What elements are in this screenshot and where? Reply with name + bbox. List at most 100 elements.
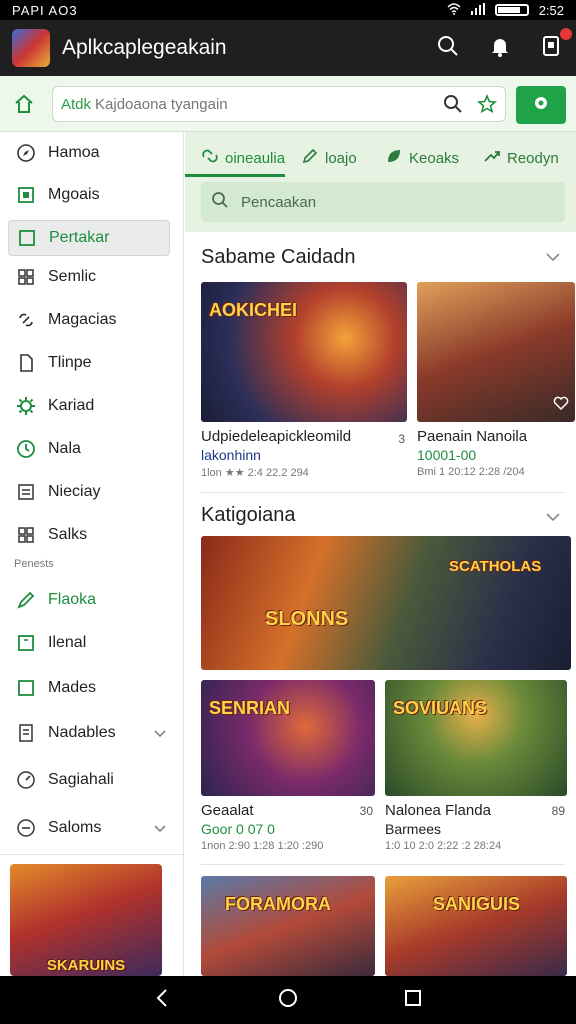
file-icon [16,353,36,373]
game-thumbnail: SOVIUANS [385,680,567,796]
search-icon[interactable] [436,34,460,63]
sidebar-item-nala[interactable]: Nala [8,431,170,467]
sidebar-promo-banner[interactable]: SKARUINS [10,864,162,976]
search-input[interactable] [95,95,429,113]
pen-icon [301,147,325,169]
pen-icon [16,590,36,610]
game-title: Geaalat [201,802,254,819]
game-meta: 1lon ★★ 2:4 22.2 294 [201,467,309,479]
sidebar-item-nieciay[interactable]: Nieciay [8,474,170,510]
app-title: Aplkcaplegeakain [62,36,227,59]
sidebar-item-hamoa[interactable]: Hamoa [8,135,170,171]
game-size: 89 [551,804,565,818]
sidebar-item-nadables[interactable]: Nadables [8,715,170,751]
game-card[interactable]: FORAMORA [201,876,375,976]
recents-icon[interactable] [402,987,424,1014]
bell-icon[interactable] [488,34,512,63]
game-logo: FORAMORA [225,894,331,914]
game-card[interactable]: Paenain Nanoila 10001-00 Bmi 1 20:12 2:2… [417,282,575,478]
game-title: Paenain Nanoila [417,428,528,445]
square-icon [17,228,37,248]
game-size: 30 [359,804,373,818]
game-thumbnail [417,282,575,422]
search-icon[interactable] [443,94,463,114]
game-size: 3 [398,432,405,446]
battery-icon [494,4,529,16]
grid-icon [16,267,36,287]
tab-loajo[interactable]: loajo [301,144,357,172]
notifications-button[interactable] [540,27,572,63]
notification-badge [560,27,572,40]
clock-icon [16,439,36,459]
chevron-down-icon[interactable] [544,508,562,526]
wifi-icon [447,2,461,18]
section-title: Sabame Caidadn [201,246,356,268]
list-icon [16,723,36,743]
star-add-icon[interactable] [477,93,497,114]
game-thumbnail: FORAMORA [201,876,375,976]
gauge-icon [16,770,36,790]
grid-icon [16,525,36,545]
featured-thumbnail: SLONNS SCATHOLAS [201,536,571,670]
sidebar-item-semlic[interactable]: Semlic [8,259,170,295]
sidebar-item-magacias[interactable]: Magacias [8,302,170,338]
game-meta: Bmi 1 20:12 2:28 /204 [417,466,525,478]
game-card[interactable]: SENRIAN Geaalat Goor 0 07 0 1non 2:90 1:… [201,680,375,852]
tab-keoaks[interactable]: Keoaks [385,144,459,172]
search-row: Atdk [0,76,576,132]
tabs-area: oineaulia loajo Keoaks Reodyn Pencaakan [185,132,576,232]
game-card[interactable]: SANIGUIS [385,876,567,976]
home-icon[interactable] [12,92,36,116]
sidebar-item-mgoais[interactable]: Mgoais [8,177,170,213]
link-icon [201,147,225,169]
tab-oineaulia[interactable]: oineaulia [201,144,285,172]
sidebar-item-ilenal[interactable]: Ilenal [8,625,170,661]
sidebar-item-salks[interactable]: Salks [8,517,170,553]
sidebar-item-sagiahali[interactable]: Sagiahali [8,762,170,798]
home-circle-icon[interactable] [277,987,299,1014]
square-icon [16,678,36,698]
game-logo: SOVIUANS [393,698,488,718]
settings-button[interactable] [516,86,566,124]
signal-icon [470,2,485,18]
sidebar-item-tlinpe[interactable]: Tlinpe [8,345,170,381]
gear-icon [531,93,551,118]
game-meta: 1non 2:90 1:28 1:20 :290 [201,840,324,852]
game-subtitle: 10001-00 [417,447,477,463]
game-logo: SENRIAN [209,698,291,718]
search-field[interactable]: Atdk [52,86,506,122]
square-icon [16,185,36,205]
gear-icon [16,396,36,416]
active-tab-indicator [185,174,285,177]
sidebar-item-mades[interactable]: Mades [8,670,170,706]
status-time: 2:52 [538,2,564,18]
game-subtitle: lakonhinn [201,447,261,463]
featured-banner[interactable]: SLONNS SCATHOLAS [201,536,571,670]
section-title: Katigoiana [201,504,296,526]
heart-icon[interactable] [553,395,569,416]
chevron-down-icon[interactable] [152,820,168,836]
game-subtitle: Barmees [385,821,442,837]
featured-logo: SLONNS [265,608,349,630]
game-card[interactable]: SOVIUANS Nalonea Flanda Barmees 1:0 10 2… [385,680,567,852]
leaf-icon [385,147,409,169]
tab-reodyn[interactable]: Reodyn [483,144,559,172]
arrow-trend-icon [483,147,507,169]
sub-search-bar[interactable]: Pencaakan [201,182,565,222]
app-logo [12,29,50,67]
status-bar: PAPI AO3 2:52 [0,0,576,20]
sidebar-divider [0,854,184,855]
sidebar-item-flaoka[interactable]: Flaoka [8,582,170,618]
search-prefix: Atdk [61,95,92,113]
square-icon [16,633,36,653]
game-card[interactable]: AOKICHEI Udpiedeleapickleomild lakonhinn… [201,282,407,479]
app-bar: Aplkcaplegeakain [0,20,576,76]
sidebar-item-pertakar[interactable]: Pertakar [8,220,170,256]
sidebar-item-saloms[interactable]: Saloms [8,810,170,846]
sidebar-banner-logo: SKARUINS [46,957,126,974]
compass-icon [16,143,36,163]
sidebar-item-kariad[interactable]: Kariad [8,388,170,424]
back-icon[interactable] [152,987,174,1014]
chevron-down-icon[interactable] [544,248,562,266]
chevron-down-icon[interactable] [152,725,168,741]
